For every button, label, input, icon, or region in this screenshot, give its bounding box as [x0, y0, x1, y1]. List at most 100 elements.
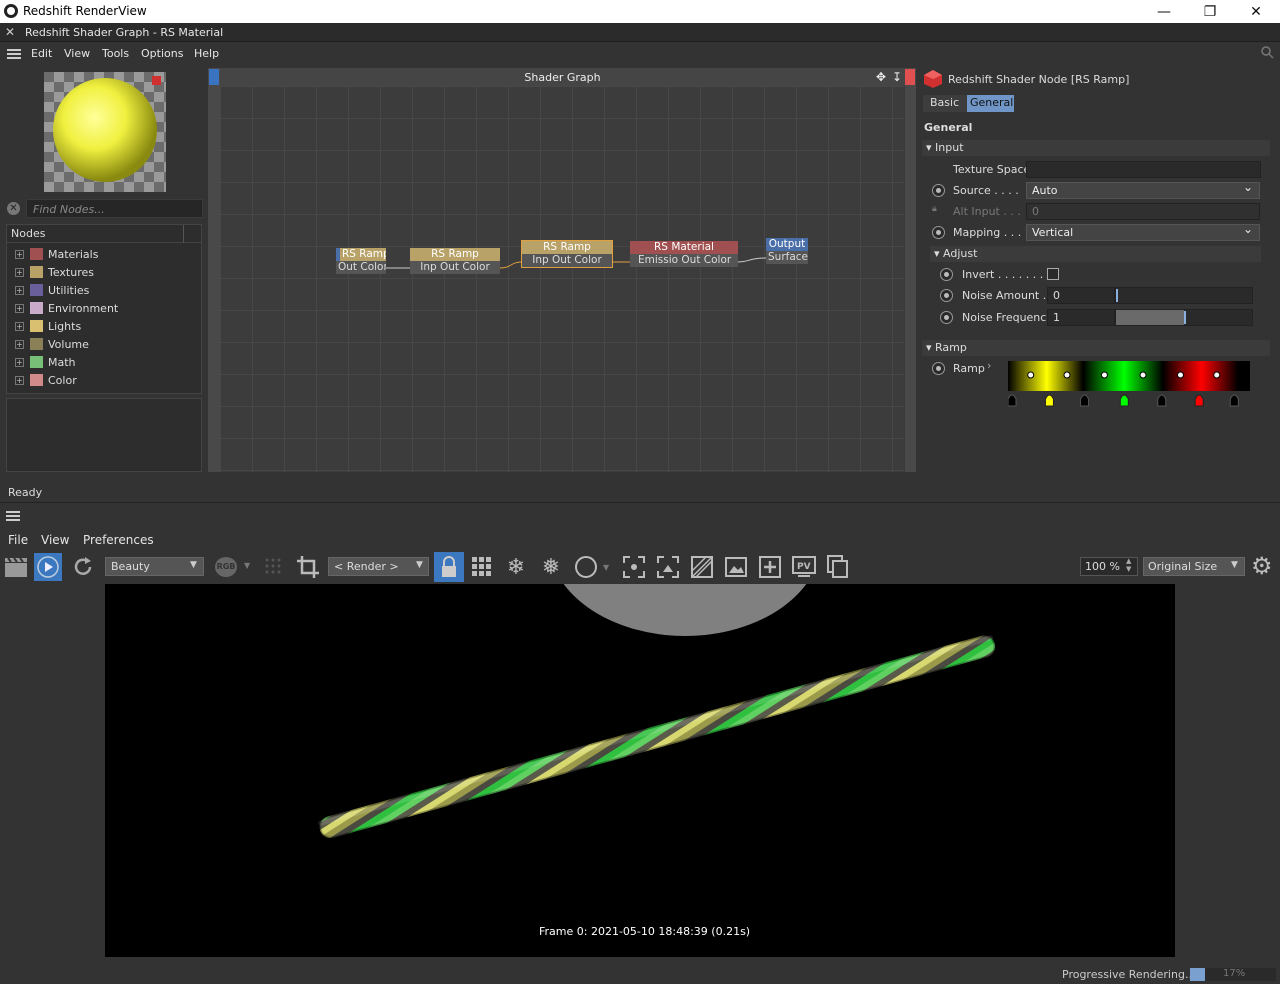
- expand-plus-icon[interactable]: +: [15, 339, 24, 349]
- menu-options[interactable]: Options: [141, 47, 183, 60]
- add-snapshot-icon[interactable]: [756, 553, 784, 581]
- tree-item-materials[interactable]: + Materials: [15, 245, 98, 263]
- compare-icon[interactable]: [688, 553, 716, 581]
- invert-checkbox[interactable]: [1047, 268, 1059, 280]
- renderview-hamburger-icon[interactable]: [6, 511, 20, 521]
- texture-space-field[interactable]: [1026, 161, 1261, 178]
- ramp-stop-marker[interactable]: [1157, 394, 1167, 407]
- close-window-button[interactable]: ✕: [1233, 0, 1279, 23]
- group-ramp[interactable]: ▾ Ramp: [922, 340, 1270, 356]
- noise-amount-slider-handle[interactable]: [1116, 289, 1118, 302]
- tab-shader-graph[interactable]: Redshift Shader Graph - RS Material: [25, 26, 223, 39]
- move-icon[interactable]: ✥: [876, 70, 886, 84]
- copy-icon[interactable]: [824, 553, 852, 581]
- graph-left-scrollbar[interactable]: [208, 68, 220, 472]
- graph-node-rs-ramp-1[interactable]: RS Ramp Out Color: [336, 248, 386, 274]
- ramp-gradient-widget[interactable]: [1008, 361, 1250, 413]
- clear-search-icon[interactable]: ✕: [7, 202, 20, 215]
- refresh-icon[interactable]: [69, 553, 97, 581]
- expand-plus-icon[interactable]: +: [15, 357, 24, 367]
- invert-animate-radio[interactable]: [940, 268, 953, 281]
- graph-node-rs-ramp-2[interactable]: RS Ramp Inp Out Color: [410, 248, 500, 274]
- graph-canvas[interactable]: RS Ramp Out Color RS Ramp Inp Out Color …: [220, 86, 904, 472]
- tree-item-math[interactable]: + Math: [15, 353, 76, 371]
- start-render-button[interactable]: [34, 553, 62, 581]
- ramp-animate-radio[interactable]: [932, 362, 945, 375]
- graph-node-rs-material[interactable]: RS Material Emissio Out Color: [630, 241, 738, 267]
- source-animate-radio[interactable]: [932, 184, 945, 197]
- ramp-stop-marker[interactable]: [1044, 394, 1054, 407]
- tree-item-color[interactable]: + Color: [15, 371, 77, 389]
- noise-frequency-animate-radio[interactable]: [940, 311, 953, 324]
- rgb-dropdown-arrow-icon[interactable]: ▼: [244, 561, 250, 570]
- dots-grid-icon[interactable]: [260, 553, 288, 581]
- crop-icon[interactable]: [294, 553, 322, 581]
- menu-help[interactable]: Help: [194, 47, 219, 60]
- mapping-animate-radio[interactable]: [932, 226, 945, 239]
- ramp-interpolation-knot[interactable]: [1100, 371, 1108, 379]
- expand-plus-icon[interactable]: +: [15, 267, 24, 277]
- ramp-interpolation-knot[interactable]: [1176, 371, 1184, 379]
- noise-frequency-field[interactable]: 1: [1047, 309, 1115, 326]
- noise-amount-animate-radio[interactable]: [940, 289, 953, 302]
- ramp-stop-marker[interactable]: [1008, 394, 1017, 407]
- menu-view[interactable]: View: [64, 47, 90, 60]
- graph-right-scrollbar[interactable]: [905, 68, 916, 472]
- noise-frequency-slider[interactable]: [1115, 309, 1253, 326]
- lock-camera-button[interactable]: [434, 552, 464, 582]
- fit-frame-icon[interactable]: [654, 553, 682, 581]
- ramp-stop-marker[interactable]: [1229, 394, 1239, 407]
- ramp-interpolation-knot[interactable]: [1063, 371, 1071, 379]
- ramp-expand-chevron-icon[interactable]: ›: [987, 359, 991, 372]
- restore-button[interactable]: ❐: [1187, 0, 1233, 23]
- render-viewport[interactable]: Frame 0: 2021-05-10 18:48:39 (0.21s): [105, 584, 1175, 957]
- grid-icon[interactable]: [468, 553, 496, 581]
- ramp-interpolation-knot[interactable]: [1027, 371, 1035, 379]
- expand-plus-icon[interactable]: +: [15, 321, 24, 331]
- source-select[interactable]: Auto: [1026, 180, 1260, 199]
- expand-plus-icon[interactable]: +: [15, 375, 24, 385]
- ramp-stop-marker[interactable]: [1119, 394, 1129, 407]
- tree-item-lights[interactable]: + Lights: [15, 317, 81, 335]
- rgb-channel-button[interactable]: RGB: [215, 557, 237, 577]
- noise-frequency-slider-handle[interactable]: [1184, 311, 1186, 324]
- pin-icon[interactable]: ↧: [892, 70, 902, 84]
- tree-item-volume[interactable]: + Volume: [15, 335, 89, 353]
- picture-viewer-icon[interactable]: PV: [790, 553, 818, 581]
- save-image-icon[interactable]: [722, 553, 750, 581]
- circle-dropdown-arrow-icon[interactable]: ▼: [603, 563, 609, 572]
- settings-gear-icon[interactable]: ⚙: [1251, 554, 1273, 578]
- snowflake-gear-icon[interactable]: ❅: [537, 553, 565, 581]
- tree-item-environment[interactable]: + Environment: [15, 299, 118, 317]
- graph-node-output[interactable]: Output Surface: [766, 238, 808, 264]
- ramp-stop-marker[interactable]: [1080, 394, 1090, 407]
- expand-plus-icon[interactable]: +: [15, 303, 24, 313]
- tab-general[interactable]: General: [967, 95, 1014, 112]
- alt-input-field[interactable]: 0: [1026, 203, 1260, 220]
- find-nodes-input[interactable]: Find Nodes...: [26, 199, 203, 218]
- menu-edit[interactable]: Edit: [31, 47, 52, 60]
- noise-amount-slider[interactable]: [1115, 287, 1253, 304]
- search-icon[interactable]: [1260, 45, 1274, 59]
- close-tab-icon[interactable]: ✕: [5, 25, 15, 39]
- rv-menu-preferences[interactable]: Preferences: [83, 533, 154, 547]
- focus-frame-icon[interactable]: [620, 553, 648, 581]
- clapperboard-icon[interactable]: [2, 553, 30, 581]
- ramp-interpolation-knot[interactable]: [1139, 371, 1147, 379]
- menu-tools[interactable]: Tools: [102, 47, 129, 60]
- hamburger-menu-icon[interactable]: [7, 49, 21, 59]
- graph-node-rs-ramp-3[interactable]: RS Ramp Inp Out Color: [521, 240, 613, 268]
- size-mode-select[interactable]: Original Size: [1143, 557, 1245, 576]
- tree-item-utilities[interactable]: + Utilities: [15, 281, 89, 299]
- ramp-stop-marker[interactable]: [1194, 394, 1204, 407]
- group-input[interactable]: ▾ Input: [922, 140, 1270, 156]
- expand-plus-icon[interactable]: +: [15, 249, 24, 259]
- mapping-select[interactable]: Vertical: [1026, 222, 1260, 241]
- snowflake-icon[interactable]: ❄: [502, 553, 530, 581]
- rv-menu-view[interactable]: View: [41, 533, 69, 547]
- rv-menu-file[interactable]: File: [8, 533, 28, 547]
- tree-item-textures[interactable]: + Textures: [15, 263, 94, 281]
- minimize-button[interactable]: —: [1141, 0, 1187, 23]
- expand-plus-icon[interactable]: +: [15, 285, 24, 295]
- group-adjust[interactable]: ▾ Adjust: [930, 246, 1261, 262]
